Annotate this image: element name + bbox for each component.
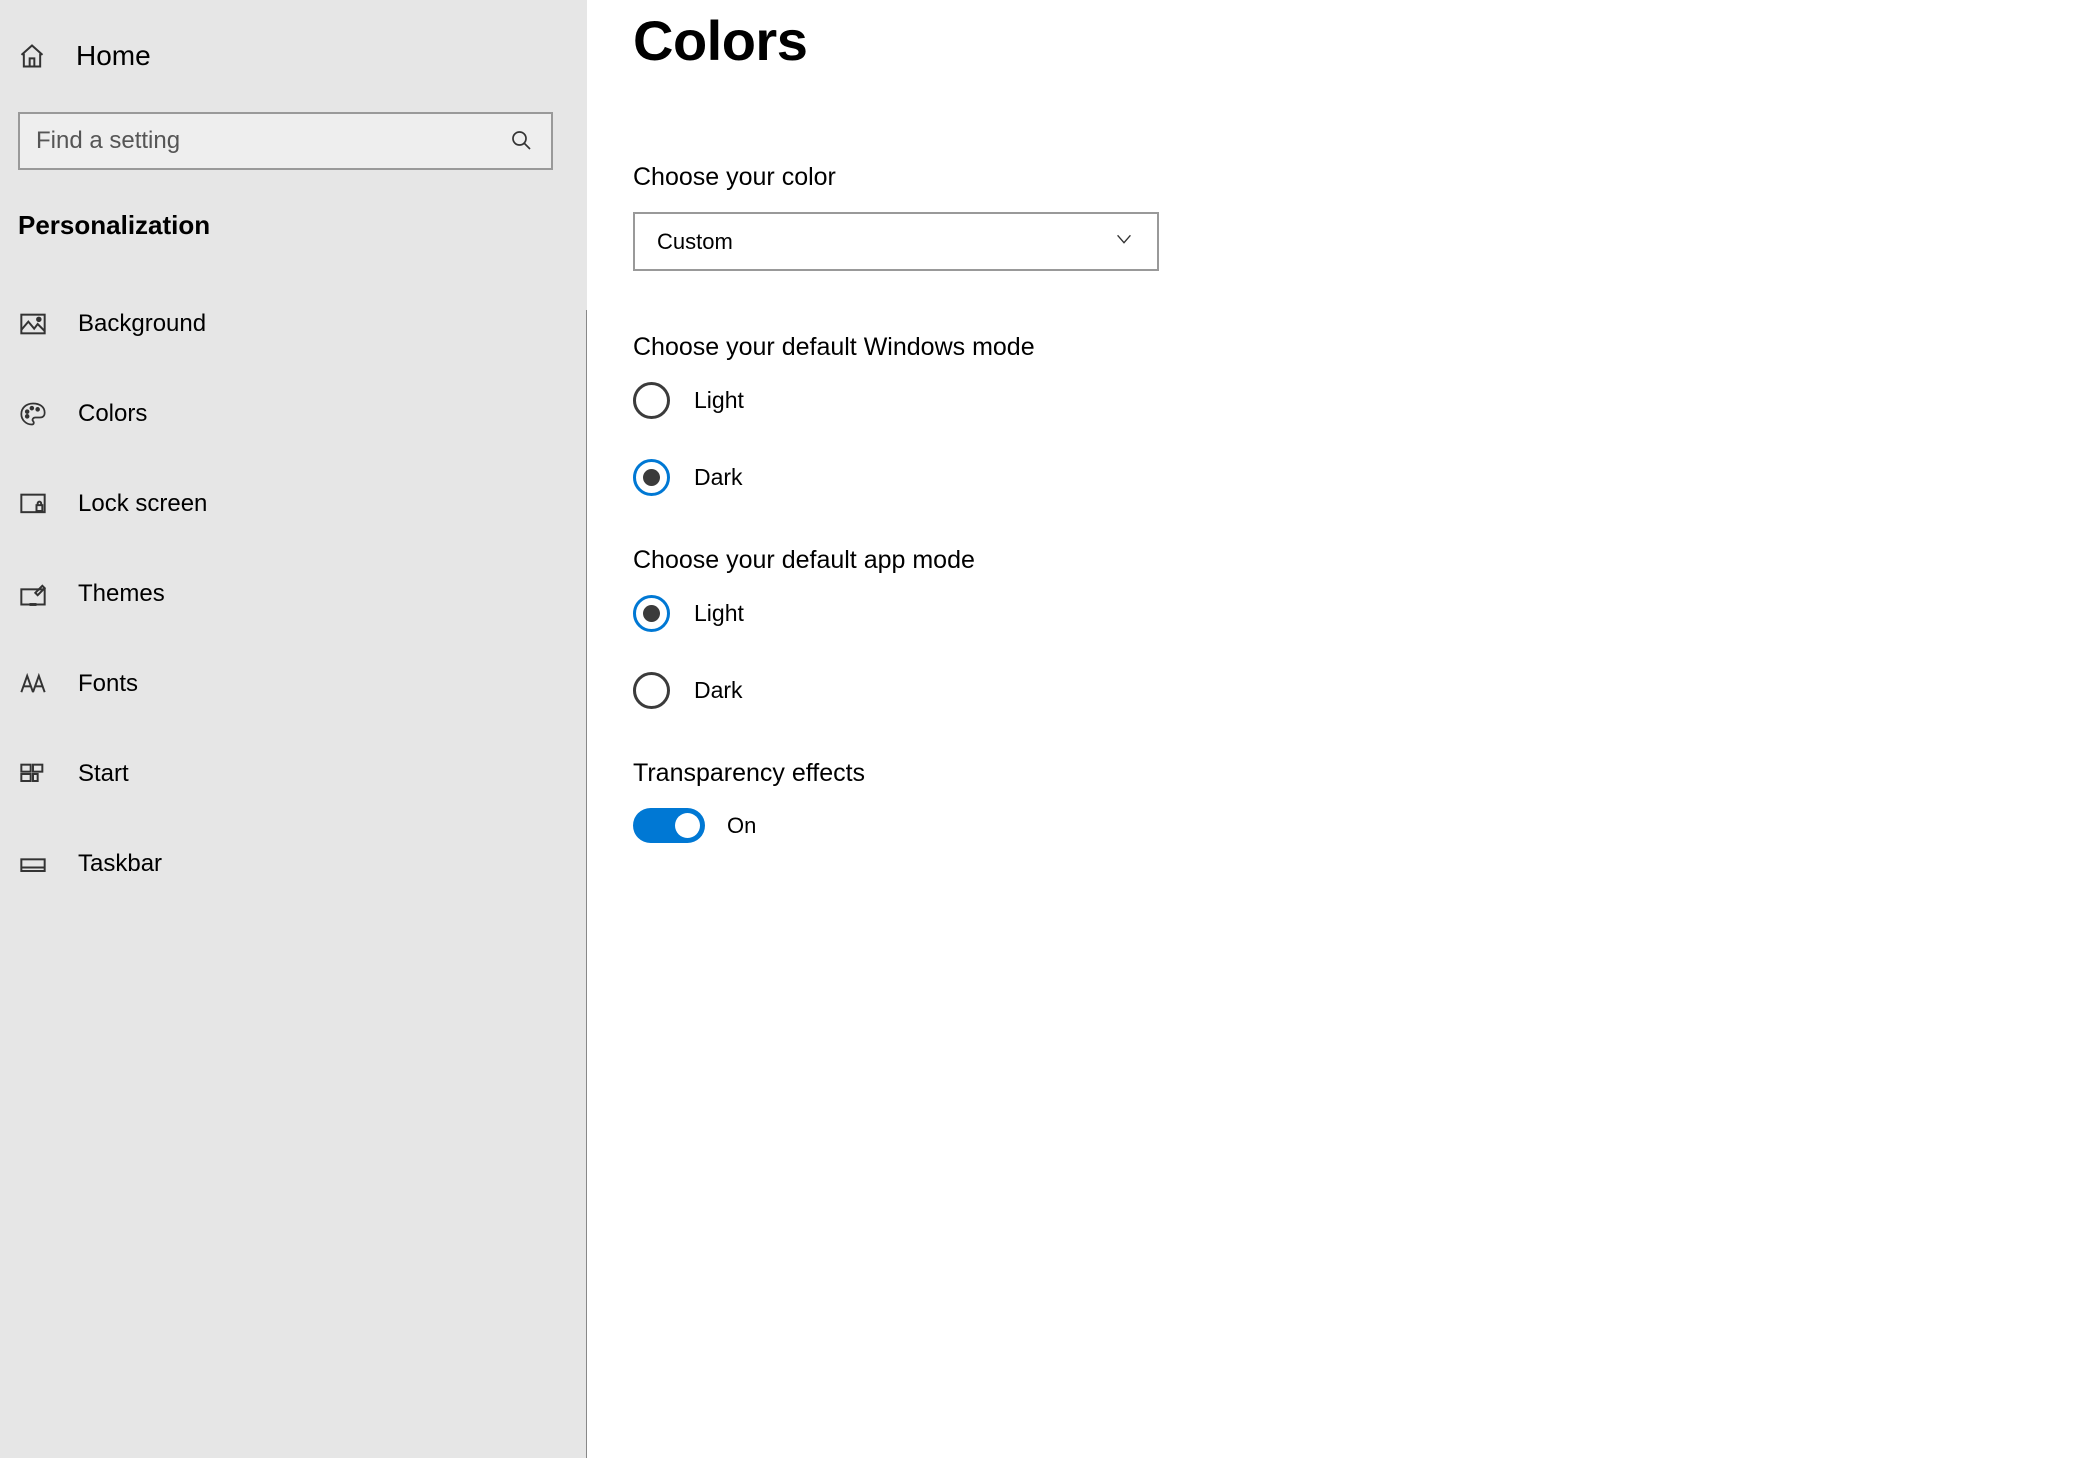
page-title: Colors <box>633 8 2054 73</box>
sidebar-item-label: Fonts <box>78 670 138 698</box>
sidebar: Home Personalization Background <box>0 0 587 1458</box>
radio-dot <box>643 469 660 486</box>
radio-label: Light <box>694 387 744 414</box>
sidebar-item-themes[interactable]: Themes <box>0 549 587 639</box>
start-icon <box>18 759 48 789</box>
windows-mode-label: Choose your default Windows mode <box>633 333 2054 362</box>
radio-icon <box>633 382 670 419</box>
sidebar-item-start[interactable]: Start <box>0 729 587 819</box>
sidebar-item-label: Background <box>78 310 206 338</box>
sidebar-item-taskbar[interactable]: Taskbar <box>0 819 587 909</box>
radio-icon <box>633 672 670 709</box>
search-icon <box>509 128 535 154</box>
sidebar-item-label: Themes <box>78 580 165 608</box>
themes-icon <box>18 579 48 609</box>
home-icon <box>18 42 46 70</box>
palette-icon <box>18 399 48 429</box>
sidebar-item-label: Lock screen <box>78 490 207 518</box>
sidebar-item-label: Taskbar <box>78 850 162 878</box>
radio-label: Dark <box>694 677 743 704</box>
choose-color-label: Choose your color <box>633 163 2054 192</box>
sidebar-item-background[interactable]: Background <box>0 279 587 369</box>
home-nav-item[interactable]: Home <box>0 26 587 86</box>
app-mode-label: Choose your default app mode <box>633 546 2054 575</box>
image-icon <box>18 309 48 339</box>
toggle-knob <box>675 813 700 838</box>
lockscreen-icon <box>18 489 48 519</box>
sidebar-item-label: Colors <box>78 400 147 428</box>
app-mode-group: Choose your default app mode Light Dark <box>633 546 2054 709</box>
radio-label: Dark <box>694 464 743 491</box>
color-mode-value: Custom <box>657 229 733 255</box>
color-mode-select[interactable]: Custom <box>633 212 1159 271</box>
transparency-toggle[interactable] <box>633 808 705 843</box>
search-input[interactable] <box>36 127 509 155</box>
search-container <box>0 86 587 170</box>
sidebar-section-title: Personalization <box>0 170 587 279</box>
windows-mode-option-light[interactable]: Light <box>633 382 2054 419</box>
search-box[interactable] <box>18 112 553 170</box>
taskbar-icon <box>18 849 48 879</box>
radio-icon-selected <box>633 595 670 632</box>
transparency-toggle-row: On <box>633 808 2054 843</box>
sidebar-item-label: Start <box>78 760 129 788</box>
home-label: Home <box>76 40 151 72</box>
windows-mode-option-dark[interactable]: Dark <box>633 459 2054 496</box>
fonts-icon <box>18 669 48 699</box>
radio-dot <box>643 605 660 622</box>
app-mode-option-dark[interactable]: Dark <box>633 672 2054 709</box>
app-mode-option-light[interactable]: Light <box>633 595 2054 632</box>
sidebar-item-colors[interactable]: Colors <box>0 369 587 459</box>
sidebar-item-lockscreen[interactable]: Lock screen <box>0 459 587 549</box>
radio-icon-selected <box>633 459 670 496</box>
main-content: Colors Choose your color Custom Choose y… <box>587 0 2100 1458</box>
toggle-state-label: On <box>727 813 756 839</box>
sidebar-divider <box>586 310 587 1458</box>
transparency-label: Transparency effects <box>633 759 2054 788</box>
sidebar-item-fonts[interactable]: Fonts <box>0 639 587 729</box>
radio-label: Light <box>694 600 744 627</box>
chevron-down-icon <box>1113 228 1135 256</box>
windows-mode-group: Choose your default Windows mode Light D… <box>633 333 2054 496</box>
